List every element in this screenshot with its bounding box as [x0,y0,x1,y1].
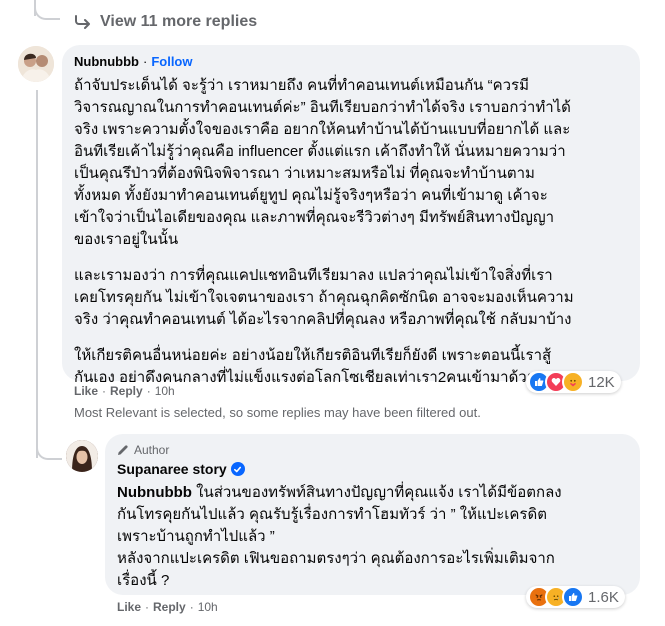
care-reaction-icon [562,371,584,393]
like-button[interactable]: Like [74,384,98,398]
reply-reactions[interactable]: 1.6K [526,586,625,608]
comment-line: เข้าใจว่าเป็นไอเดียของคุณ และภาพที่คุณจะ… [74,209,555,226]
reply-bubble: Author Supanaree story Nubnubbb ในส่วนขอ… [105,434,640,595]
thread-connector-line [36,90,38,458]
pen-icon [118,445,128,455]
reaction-count: 1.6K [588,588,619,606]
comment-line: เป็นคุณรึป่าวที่ต้องพินิจพิจารณา ว่าเหมา… [74,165,535,182]
comment-line: ของเราอยู่ในนั้น [74,231,179,248]
separator-dot: · [142,54,148,69]
author-tag-label: Author [134,443,170,457]
reply-line: เพราะบ้านถูกทำไปแล้ว ” [117,528,275,545]
reply-arrow-icon [75,15,90,29]
reply-line: หลังจากแปะเครดิต เฟินขอถามตรงๆว่า คุณต้อ… [117,550,555,567]
filter-notice: Most Relevant is selected, so some repli… [74,405,481,420]
comment-line: จริง ว่าคุณทำคอนเทนต์ ได้อะไรจากคลิปที่ค… [74,311,572,328]
comment-reactions[interactable]: 12K [526,371,621,393]
comment-line: วิจารณญาณในการทำคอนเทนต์ค่ะ” อินทีเรียบอ… [74,99,571,116]
comment-line: จริง เพราะความตั้งใจของเราคือ อยากให้คนท… [74,121,571,138]
separator-dot: · [189,600,194,614]
comment-body: ถ้าจับประเด็นได้ จะรู้ว่า เราหมายถึง คนท… [74,75,634,389]
reply-line: กันโทรคุยกันไปแล้ว คุณรับรู้เรื่องการทำโ… [117,506,547,523]
comment-line: เคยโทรคุยกัน ไม่เข้าใจเจตนาของเรา ถ้าคุณ… [74,289,574,306]
avatar-photo-icon [18,46,54,82]
timestamp[interactable]: 10h [155,384,175,398]
avatar[interactable] [18,46,54,82]
view-more-replies-label: View 11 more replies [100,13,258,30]
like-button[interactable]: Like [117,600,141,614]
comment-line: ให้เกียรติคนอื่นหน่อยค่ะ อย่างน้อยให้เกี… [74,347,552,364]
reply-body: Nubnubbb ในส่วนของทรัพท์สินทางปัญญาที่คุ… [117,482,632,592]
reply-button[interactable]: Reply [110,384,143,398]
mention-link[interactable]: Nubnubbb [117,484,192,501]
verified-badge-icon [230,462,245,476]
avatar[interactable] [66,440,98,472]
reply-line: เรื่องนี้ ? [117,572,170,589]
author-tag: Author [117,443,169,457]
avatar-photo-icon [66,440,98,472]
comment-line: อินทีเรียเค้าไม่รู้ว่าคุณคือ influencer … [74,143,566,160]
thread-connector-curve [34,0,60,20]
comment-line: ถ้าจับประเด็นได้ จะรู้ว่า เราหมายถึง คนท… [74,77,529,94]
separator-dot: · [145,600,150,614]
timestamp[interactable]: 10h [198,600,218,614]
reaction-count: 12K [588,373,615,391]
reply-button[interactable]: Reply [153,600,186,614]
thread-connector-curve [36,440,62,460]
comment-author-name[interactable]: Nubnubbb [74,54,139,69]
separator-dot: · [102,384,107,398]
reply-author-name[interactable]: Supanaree story [117,461,227,477]
like-reaction-icon [562,586,584,608]
view-more-replies-link[interactable]: View 11 more replies [74,10,257,34]
comment-line: ทั้งหมด ทั้งยังมาทำคอนเทนต์ยูทูป คุณไม่ร… [74,187,548,204]
reply-line: ในส่วนของทรัพท์สินทางปัญญาที่คุณแจ้ง เรา… [191,484,562,501]
comment-line: และเรามองว่า การที่คุณแคปแชทอินทีเรียมาล… [74,267,553,284]
separator-dot: · [146,384,151,398]
comment-paragraph: และเรามองว่า การที่คุณแคปแชทอินทีเรียมาล… [74,265,634,331]
comment-bubble: Nubnubbb · Follow ถ้าจับประเด็นได้ จะรู้… [62,45,640,386]
follow-button[interactable]: Follow [151,54,192,69]
comment-paragraph: ถ้าจับประเด็นได้ จะรู้ว่า เราหมายถึง คนท… [74,75,634,251]
